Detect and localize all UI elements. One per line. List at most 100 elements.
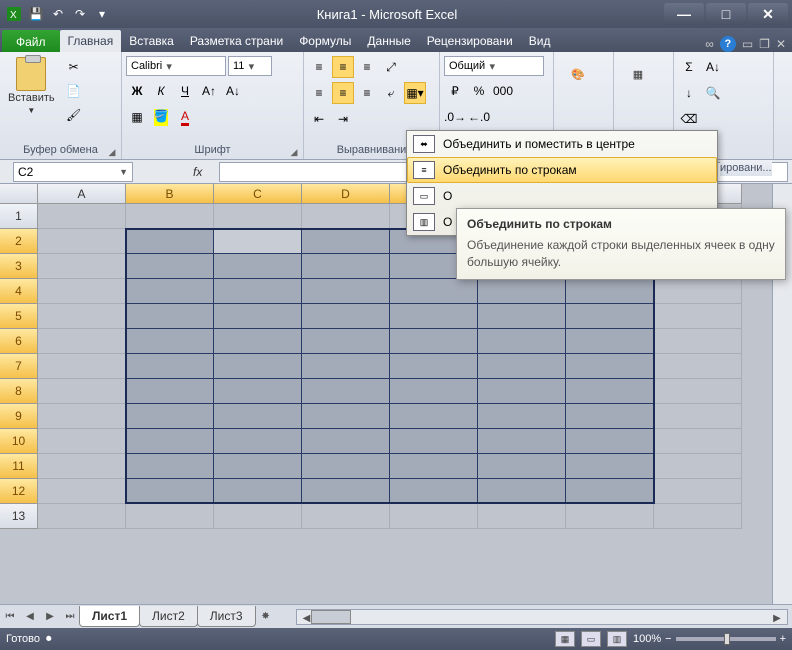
menu-merge-center[interactable]: ⬌ Объединить и поместить в центре — [407, 131, 717, 157]
fill-color-icon[interactable]: 🪣 — [150, 106, 172, 128]
cell[interactable] — [214, 204, 302, 229]
cell[interactable] — [126, 454, 214, 479]
row-header[interactable]: 5 — [0, 304, 38, 329]
cell[interactable] — [214, 429, 302, 454]
cell[interactable] — [126, 329, 214, 354]
cell[interactable] — [566, 329, 654, 354]
zoom-in-icon[interactable]: + — [780, 633, 786, 645]
cell[interactable] — [302, 379, 390, 404]
zoom-out-icon[interactable]: − — [665, 633, 671, 645]
horizontal-scrollbar[interactable]: ◀ ▶ — [296, 609, 788, 625]
cell[interactable] — [214, 279, 302, 304]
ribbon-min-icon[interactable]: ▭ — [742, 37, 753, 51]
cell[interactable] — [126, 279, 214, 304]
cell[interactable] — [302, 329, 390, 354]
cut-icon[interactable]: ✂ — [63, 56, 85, 78]
cell[interactable] — [126, 204, 214, 229]
cell[interactable] — [302, 354, 390, 379]
cell[interactable] — [478, 404, 566, 429]
cell[interactable] — [126, 504, 214, 529]
align-left-icon[interactable]: ≡ — [308, 82, 330, 104]
window-restore-icon[interactable]: ❐ — [759, 37, 770, 51]
underline-button[interactable]: Ч — [174, 80, 196, 102]
cell[interactable] — [302, 304, 390, 329]
maximize-button[interactable]: □ — [706, 3, 746, 25]
sheet-tab[interactable]: Лист2 — [139, 606, 198, 627]
col-header[interactable]: B — [126, 184, 214, 204]
cell[interactable] — [654, 354, 742, 379]
cell[interactable] — [654, 479, 742, 504]
cell[interactable] — [478, 379, 566, 404]
cell[interactable] — [38, 304, 126, 329]
cell[interactable] — [654, 329, 742, 354]
cell[interactable] — [566, 404, 654, 429]
cell[interactable] — [38, 254, 126, 279]
sheet-tab[interactable]: Лист1 — [79, 606, 140, 627]
cell[interactable] — [654, 504, 742, 529]
autosum-icon[interactable]: Σ — [678, 56, 700, 78]
cell[interactable] — [38, 379, 126, 404]
tab-data[interactable]: Данные — [359, 30, 418, 52]
row-header[interactable]: 8 — [0, 379, 38, 404]
fill-icon[interactable]: ↓ — [678, 82, 700, 104]
next-sheet-icon[interactable]: ▶ — [41, 608, 59, 626]
undo-icon[interactable]: ↶ — [48, 4, 68, 24]
sheet-tab[interactable]: Лист3 — [197, 606, 256, 627]
col-header[interactable]: D — [302, 184, 390, 204]
first-sheet-icon[interactable]: ⏮ — [1, 608, 19, 626]
cell[interactable] — [214, 229, 302, 254]
cell[interactable] — [390, 404, 478, 429]
increase-font-icon[interactable]: A↑ — [198, 80, 220, 102]
row-header[interactable]: 9 — [0, 404, 38, 429]
cell[interactable] — [390, 504, 478, 529]
cell[interactable] — [214, 304, 302, 329]
cell[interactable] — [390, 379, 478, 404]
cell[interactable] — [126, 354, 214, 379]
tab-layout[interactable]: Разметка страни — [182, 30, 291, 52]
cell[interactable] — [126, 254, 214, 279]
row-header[interactable]: 3 — [0, 254, 38, 279]
decrease-decimal-icon[interactable]: ←.0 — [468, 106, 490, 128]
tab-formulas[interactable]: Формулы — [291, 30, 359, 52]
cell[interactable] — [478, 429, 566, 454]
view-layout-icon[interactable]: ▭ — [581, 631, 601, 647]
cell[interactable] — [478, 504, 566, 529]
cell[interactable] — [38, 354, 126, 379]
cell[interactable] — [126, 229, 214, 254]
close-button[interactable]: ✕ — [748, 3, 788, 25]
align-bottom-icon[interactable]: ≡ — [356, 56, 378, 78]
new-sheet-icon[interactable]: ✸ — [257, 608, 275, 626]
cell[interactable] — [302, 279, 390, 304]
cell[interactable] — [390, 304, 478, 329]
cell[interactable] — [390, 454, 478, 479]
cell[interactable] — [38, 404, 126, 429]
cell[interactable] — [214, 504, 302, 529]
redo-icon[interactable]: ↷ — [70, 4, 90, 24]
col-header[interactable]: C — [214, 184, 302, 204]
cell[interactable] — [302, 204, 390, 229]
row-header[interactable]: 11 — [0, 454, 38, 479]
qat-dropdown-icon[interactable]: ▾ — [92, 4, 112, 24]
tab-home[interactable]: Главная — [60, 30, 122, 52]
paste-button[interactable]: Вставить ▼ — [4, 56, 59, 117]
tab-view[interactable]: Вид — [521, 30, 559, 52]
row-header[interactable]: 2 — [0, 229, 38, 254]
comma-icon[interactable]: 000 — [492, 80, 514, 102]
fx-icon[interactable]: fx — [193, 165, 219, 179]
tab-insert[interactable]: Вставка — [121, 30, 182, 52]
cell[interactable] — [214, 379, 302, 404]
cell[interactable] — [38, 229, 126, 254]
orientation-icon[interactable]: ⤢ — [380, 56, 402, 78]
cell[interactable] — [38, 204, 126, 229]
cell[interactable] — [390, 329, 478, 354]
row-header[interactable]: 7 — [0, 354, 38, 379]
view-pagebreak-icon[interactable]: ▥ — [607, 631, 627, 647]
select-all-corner[interactable] — [0, 184, 38, 204]
cell[interactable] — [566, 279, 654, 304]
cell[interactable] — [478, 479, 566, 504]
increase-decimal-icon[interactable]: .0→ — [444, 106, 466, 128]
clear-icon[interactable]: ⌫ — [678, 108, 700, 130]
cell[interactable] — [390, 279, 478, 304]
font-color-icon[interactable]: A — [174, 106, 196, 128]
cells-button[interactable]: ▦ — [618, 56, 658, 92]
